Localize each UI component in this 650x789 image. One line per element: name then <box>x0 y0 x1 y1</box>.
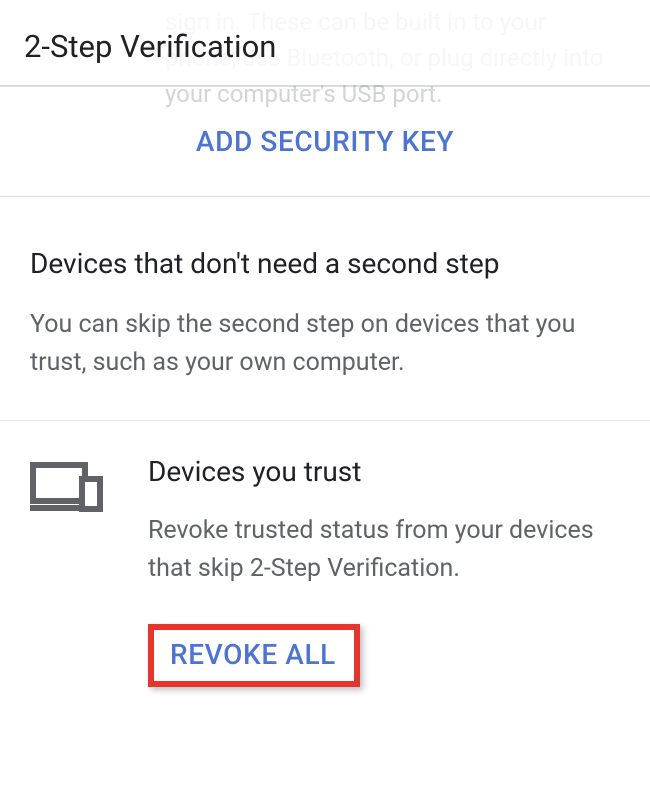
header: 2-Step Verification <box>0 0 650 85</box>
devices-no-second-step-section: Devices that don't need a second step Yo… <box>0 197 650 420</box>
section-description: You can skip the second step on devices … <box>30 306 620 382</box>
trust-description: Revoke trusted status from your devices … <box>148 512 620 588</box>
devices-icon <box>30 461 104 519</box>
add-security-key-button[interactable]: Add Security Key <box>196 125 454 158</box>
revoke-all-highlight: Revoke All <box>148 624 360 687</box>
trust-title: Devices you trust <box>148 455 620 488</box>
trust-content: Devices you trust Revoke trusted status … <box>148 455 620 687</box>
devices-you-trust-section: Devices you trust Revoke trusted status … <box>0 421 650 717</box>
section-title: Devices that don't need a second step <box>30 247 620 280</box>
revoke-all-button[interactable]: Revoke All <box>170 638 336 671</box>
page-title: 2-Step Verification <box>24 28 626 65</box>
